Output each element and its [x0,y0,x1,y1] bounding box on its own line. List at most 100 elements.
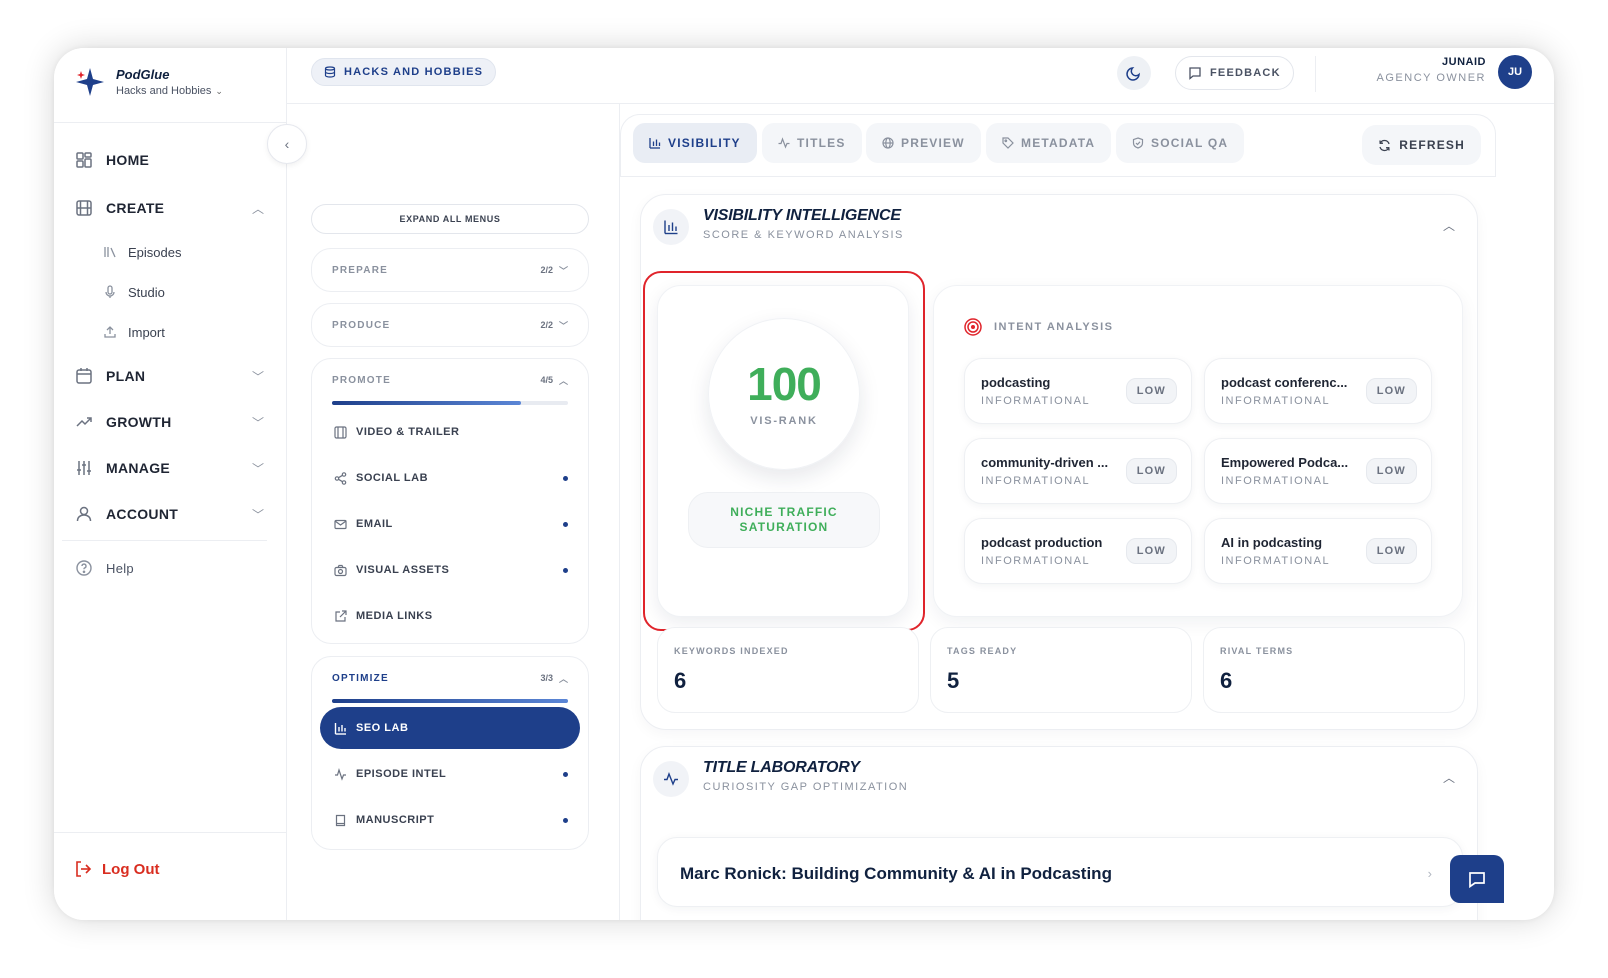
project-selector[interactable]: HACKS AND HOBBIES [311,58,497,86]
tab-social-qa-label: SOCIAL QA [1151,136,1229,150]
feedback-button[interactable]: FEEDBACK [1175,56,1294,90]
sub-episodes-label: Episodes [128,244,182,260]
nav-create[interactable]: CREATE ︿ [74,198,264,218]
tab-visibility[interactable]: VISIBILITY [633,123,757,163]
sub-episodes[interactable]: Episodes [102,244,181,260]
sub-studio[interactable]: Studio [102,284,165,300]
status-dot [563,521,568,527]
tab-metadata[interactable]: METADATA [986,123,1112,163]
activity-icon [332,766,348,782]
keyword-card[interactable]: AI in podcasting INFORMATIONAL LOW [1204,518,1432,584]
app-window: PodGlue Hacks and Hobbies ⌄ HOME CREATE ︿… [54,48,1554,920]
topbar: HACKS AND HOBBIES FEEDBACK JUNAID AGENCY… [287,48,1554,104]
keyword-card[interactable]: community-driven ... INFORMATIONAL LOW [964,438,1192,504]
logout-button[interactable]: Log Out [74,860,159,878]
keyword-card[interactable]: podcast production INFORMATIONAL LOW [964,518,1192,584]
brand[interactable]: PodGlue Hacks and Hobbies ⌄ [74,66,223,98]
sub-import-label: Import [128,324,165,340]
share-icon [332,470,348,486]
chat-widget-button[interactable] [1450,855,1504,903]
keyword-name: podcast production [981,535,1103,550]
library-icon [102,244,118,260]
nav-plan[interactable]: PLAN ﹀ [74,366,264,386]
keyword-card[interactable]: Empowered Podca... INFORMATIONAL LOW [1204,438,1432,504]
group-promote: PROMOTE 4/5 ︿ VIDEO & TRAILER SOCIAL LAB … [311,358,589,644]
refresh-icon [1379,139,1390,151]
group-prepare[interactable]: PREPARE 2/2 ﹀ [311,248,589,292]
menu-video-trailer-label: VIDEO & TRAILER [356,426,460,438]
nav-create-label: CREATE [106,200,165,216]
avatar[interactable]: JU [1498,55,1532,89]
chevron-down-icon: ﹀ [558,320,568,331]
nav-account[interactable]: ACCOUNT ﹀ [74,504,264,524]
microphone-icon [102,284,118,300]
keyword-name: community-driven ... [981,455,1109,470]
tab-titles[interactable]: TITLES [762,123,862,163]
keyword-card[interactable]: podcast conferenc... INFORMATIONAL LOW [1204,358,1432,424]
nav-home[interactable]: HOME [74,150,264,170]
keyword-intent: INFORMATIONAL [981,475,1091,487]
keyword-intent: INFORMATIONAL [981,395,1091,407]
workspace-switcher[interactable]: Hacks and Hobbies ⌄ [116,85,223,97]
group-produce-title: PRODUCE [332,319,391,331]
divider [620,176,1496,177]
group-promote-header[interactable]: PROMOTE 4/5 ︿ [312,359,588,401]
theme-toggle-button[interactable] [1117,56,1151,90]
menu-episode-intel[interactable]: EPISODE INTEL [332,759,568,789]
tab-social-qa[interactable]: SOCIAL QA [1116,123,1245,163]
chat-icon [1469,872,1485,889]
activity-icon [653,761,689,797]
group-produce[interactable]: PRODUCE 2/2 ﹀ [311,303,589,347]
competition-badge: LOW [1125,458,1177,484]
group-prepare-count: 2/2 [540,265,553,275]
menu-visual-assets[interactable]: VISUAL ASSETS [332,555,568,585]
film-icon [74,198,94,218]
optimize-progress [332,699,568,703]
status-dot [563,817,568,823]
feedback-label: FEEDBACK [1210,67,1281,79]
menu-manuscript[interactable]: MANUSCRIPT [332,805,568,835]
stat-keywords-indexed: KEYWORDS INDEXED 6 [657,627,919,713]
moon-icon [1126,67,1140,81]
grid-icon [74,150,94,170]
tab-preview[interactable]: PREVIEW [866,123,981,163]
upload-icon [102,324,118,340]
title-suggestion-row[interactable]: Marc Ronick: Building Community & AI in … [657,837,1463,907]
group-optimize-header[interactable]: OPTIMIZE 3/3 ︿ [312,657,588,699]
menu-seo-lab[interactable]: SEO LAB [320,707,580,749]
menu-email[interactable]: EMAIL [332,509,568,539]
nav-manage[interactable]: MANAGE ﹀ [74,458,264,478]
sub-import[interactable]: Import [102,324,165,340]
collapse-chevron-up-icon[interactable]: ︿ [1443,217,1455,234]
tab-titles-label: TITLES [797,136,846,150]
collapse-sidebar-button[interactable]: ‹ [267,124,307,164]
keyword-intent: INFORMATIONAL [1221,475,1331,487]
camera-icon [332,562,348,578]
nav-growth[interactable]: GROWTH ﹀ [74,412,264,432]
competition-badge: LOW [1365,378,1417,404]
stat-value: 5 [947,668,960,693]
expand-all-button[interactable]: EXPAND ALL MENUS [311,204,589,234]
nav-help[interactable]: Help [74,558,264,578]
chevron-up-icon: ︿ [251,201,264,216]
group-optimize-count: 3/3 [540,673,553,683]
menu-social-lab-label: SOCIAL LAB [356,472,429,484]
workspace-name: Hacks and Hobbies [116,85,212,97]
tab-metadata-label: METADATA [1021,136,1096,150]
sub-studio-label: Studio [128,284,165,300]
keyword-intent: INFORMATIONAL [1221,555,1331,567]
group-optimize: OPTIMIZE 3/3 ︿ SEO LAB EPISODE INTEL MANU… [311,656,589,850]
nav-plan-label: PLAN [106,368,146,384]
menu-social-lab[interactable]: SOCIAL LAB [332,463,568,493]
status-dot [563,475,568,481]
keyword-card[interactable]: podcasting INFORMATIONAL LOW [964,358,1192,424]
keyword-name: AI in podcasting [1221,535,1323,550]
database-icon [324,66,336,78]
user-name: JUNAID [1442,56,1486,68]
menu-media-links[interactable]: MEDIA LINKS [332,601,568,631]
activity-icon [778,137,790,149]
menu-manuscript-label: MANUSCRIPT [356,814,435,826]
refresh-button[interactable]: REFRESH [1362,125,1481,165]
menu-video-trailer[interactable]: VIDEO & TRAILER [332,417,568,447]
collapse-chevron-up-icon[interactable]: ︿ [1443,769,1455,786]
